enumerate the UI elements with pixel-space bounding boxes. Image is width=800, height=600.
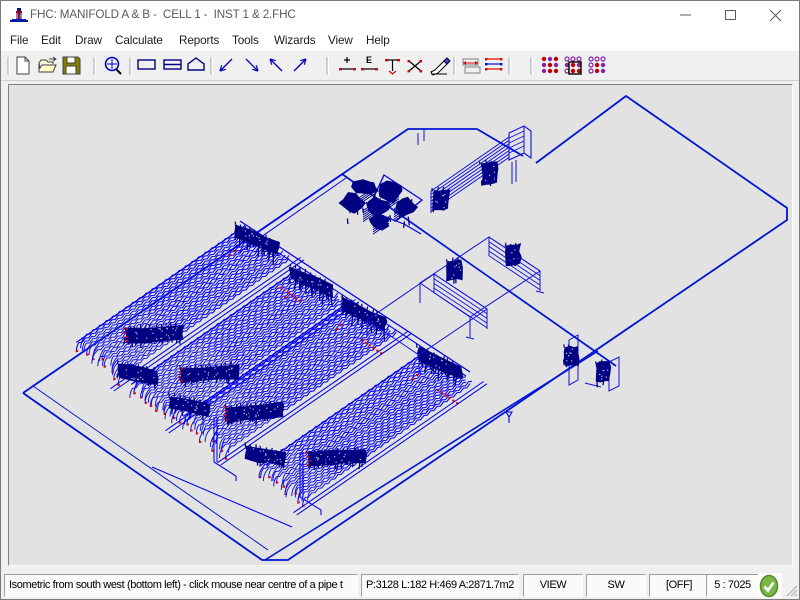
svg-text:E: E xyxy=(366,55,372,65)
